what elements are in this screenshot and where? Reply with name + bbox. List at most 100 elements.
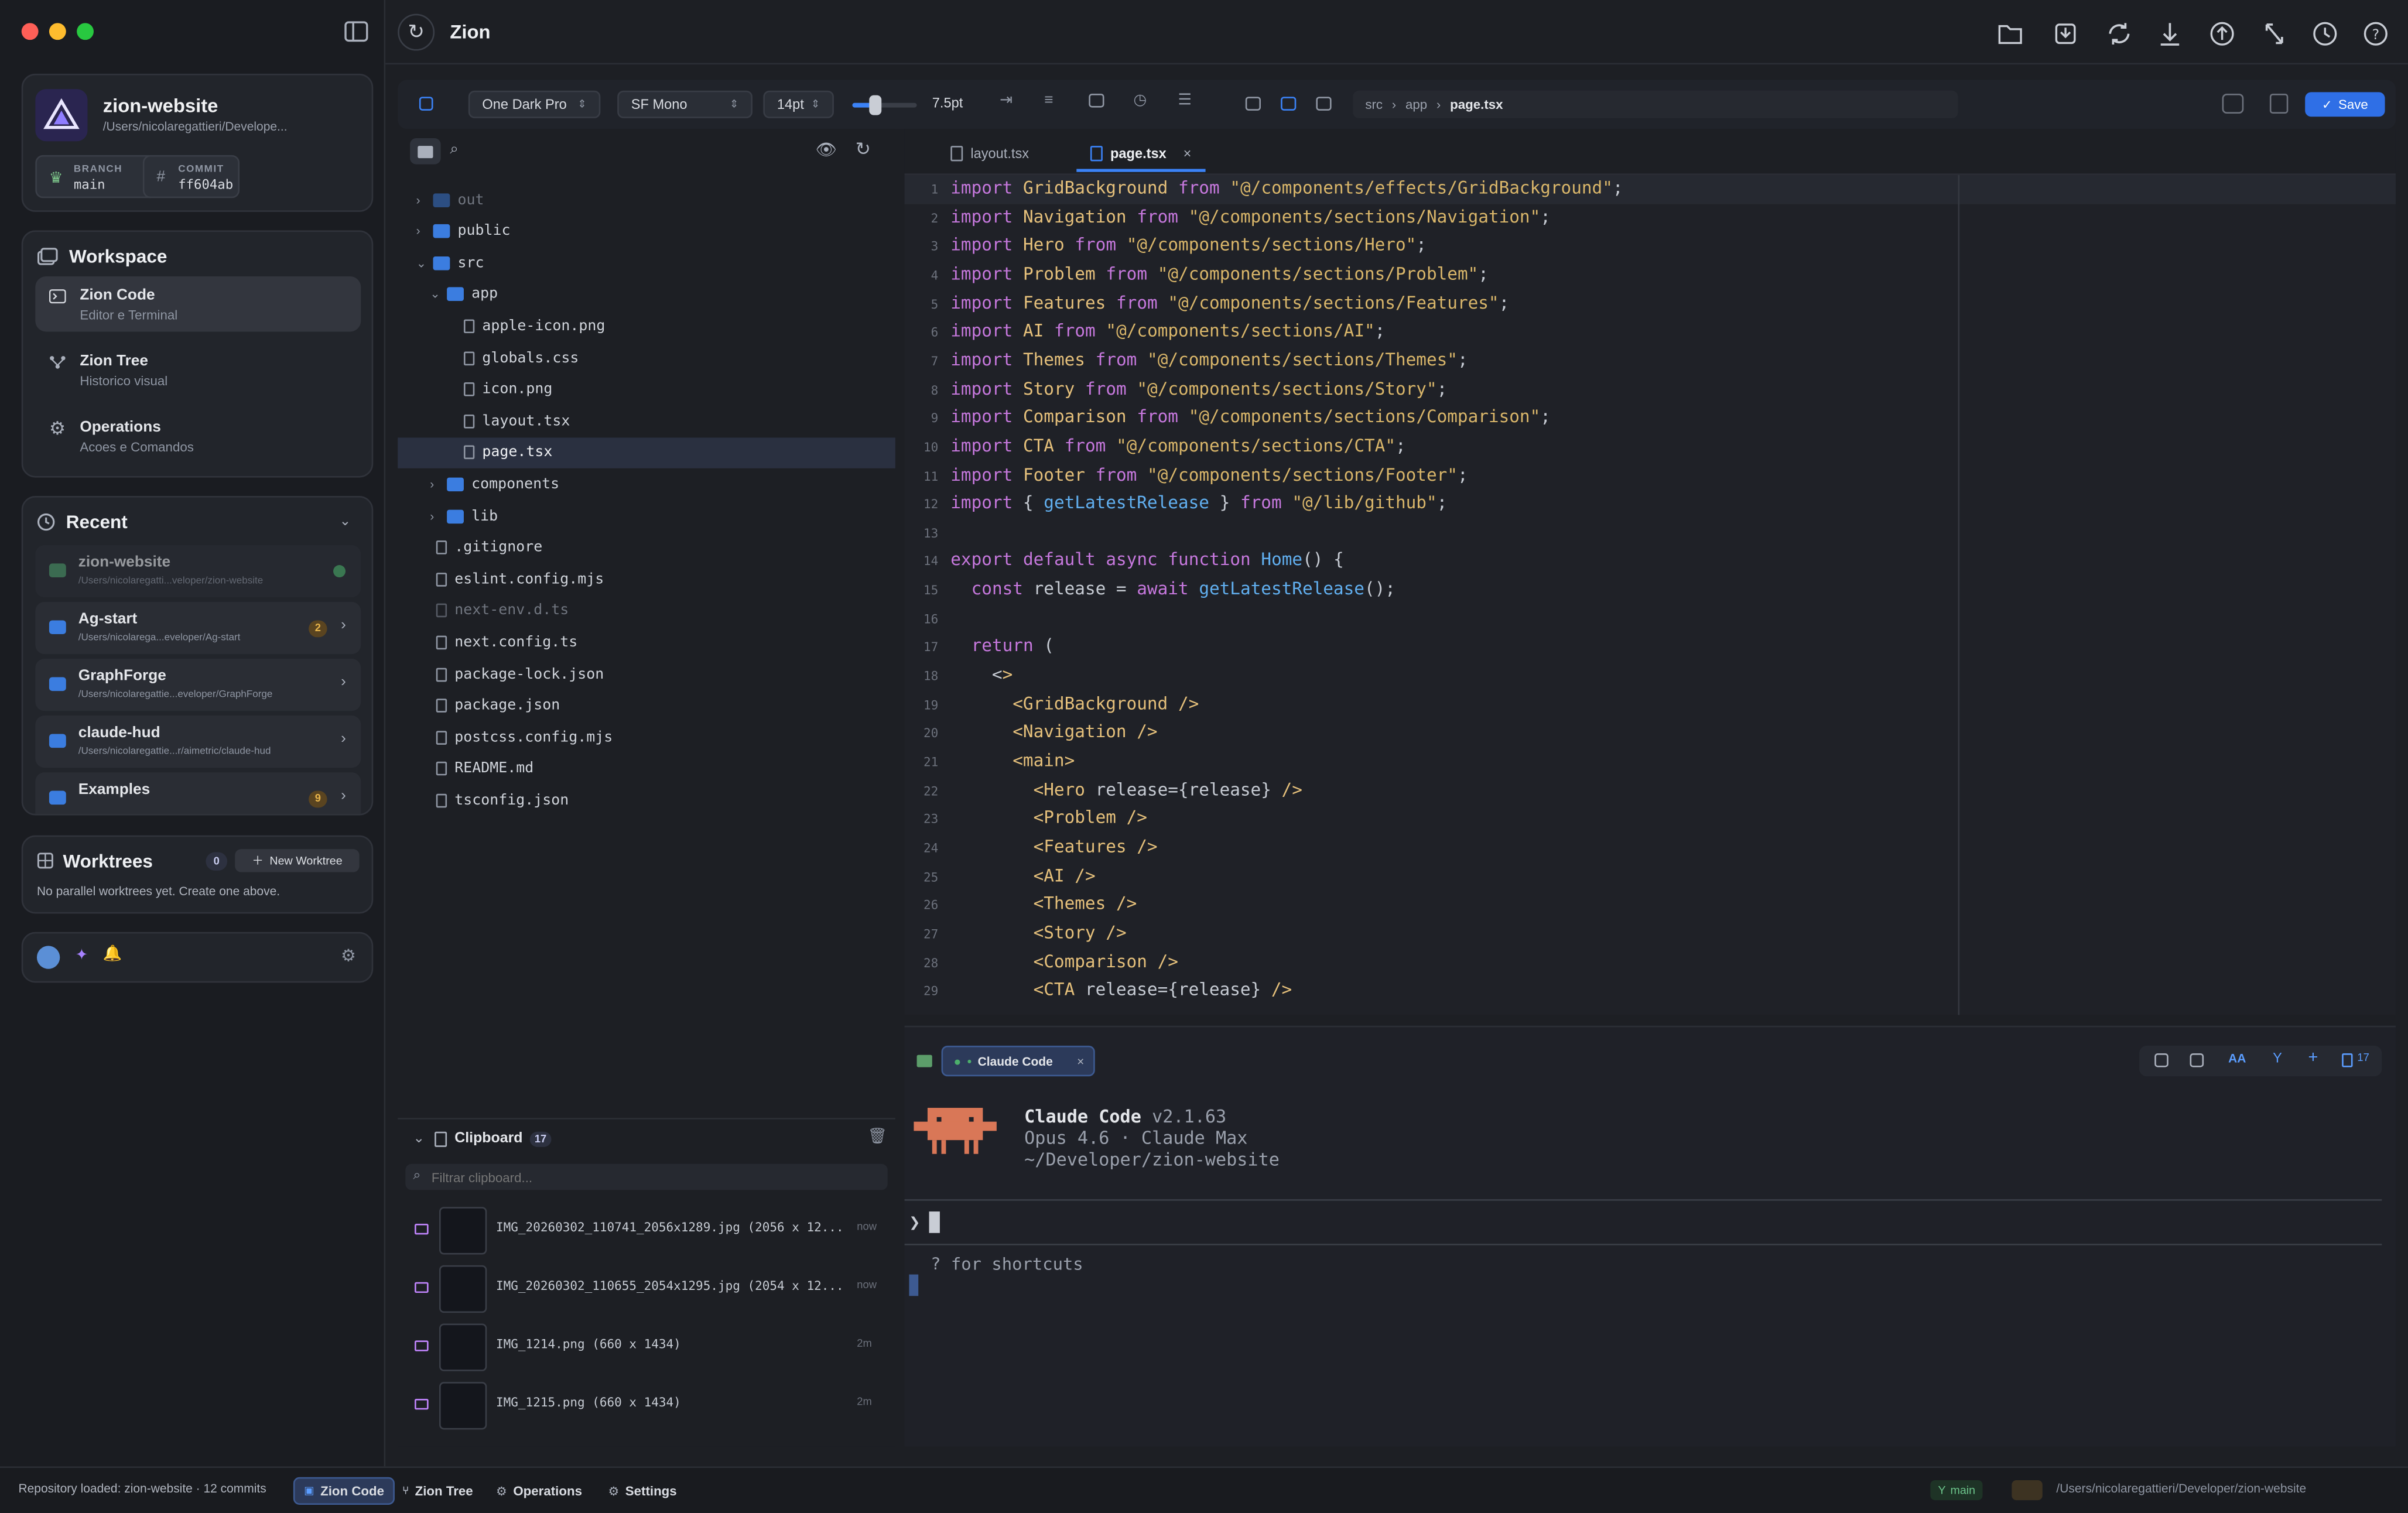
breadcrumb-item[interactable]: page.tsx	[1450, 97, 1503, 112]
chevron-right-icon[interactable]: ›	[416, 193, 429, 207]
code-line[interactable]: <Features />	[950, 837, 1158, 857]
tree-file[interactable]: package-lock.json	[398, 659, 895, 689]
tree-folder[interactable]: ⌄ src	[398, 248, 895, 278]
tree-folder[interactable]: › out	[398, 184, 895, 215]
changes-pill[interactable]	[2012, 1480, 2043, 1501]
code-line[interactable]: <Navigation />	[950, 722, 1157, 742]
slider-knob[interactable]	[868, 95, 881, 115]
tree-file[interactable]: apple-icon.png	[398, 311, 895, 341]
close-window-button[interactable]	[21, 23, 39, 40]
recent-item[interactable]: Examples 9 ›	[35, 772, 361, 814]
font-size-icon[interactable]: AA	[2228, 1052, 2246, 1066]
tree-folder[interactable]: › lib	[398, 501, 895, 531]
terminal-tab[interactable]: ● • Claude Code ×	[941, 1045, 1095, 1077]
refresh-tree-icon[interactable]: ↻	[856, 138, 871, 160]
document-icon[interactable]	[2269, 93, 2289, 114]
terminal-panel[interactable]: ● • Claude Code × AA Y + 17 Claude Code v…	[904, 1025, 2396, 1447]
sync-icon[interactable]	[2101, 17, 2137, 51]
code-line[interactable]: const release = await getLatestRelease()…	[950, 579, 1395, 599]
theme-select[interactable]: One Dark Pro ⇕	[468, 90, 601, 118]
code-line[interactable]: <AI />	[950, 865, 1096, 885]
zoom-window-button[interactable]	[77, 23, 94, 40]
commit-pill[interactable]: # COMMIT ff604ab	[142, 155, 240, 198]
refresh-icon[interactable]: ↻	[398, 13, 435, 51]
breadcrumb-item[interactable]: src	[1365, 97, 1383, 112]
wrap-icon[interactable]: ≡	[1044, 92, 1053, 109]
chevron-down-icon[interactable]: ⌄	[340, 513, 351, 530]
recent-item[interactable]: GraphForge /Users/nicolaregattie...evelo…	[35, 659, 361, 711]
sparkle-icon[interactable]: ✦	[75, 947, 88, 964]
status-tab-zion-code[interactable]: ▣ Zion Code	[293, 1477, 395, 1505]
expand-icon[interactable]	[2256, 17, 2293, 51]
settings-gear-icon[interactable]: ⚙	[341, 946, 356, 966]
chevron-right-icon[interactable]: ›	[430, 477, 442, 491]
clipboard-item[interactable]: IMG_20260302_110741_2056x1289.jpg (2056 …	[398, 1204, 895, 1259]
code-line[interactable]: import Hero from "@/components/sections/…	[950, 235, 1427, 255]
save-to-disk-icon[interactable]	[2047, 17, 2084, 51]
status-tab-zion-tree[interactable]: ⑂ Zion Tree	[393, 1477, 482, 1505]
tree-folder[interactable]: › public	[398, 216, 895, 247]
code-line[interactable]: import CTA from "@/components/sections/C…	[950, 436, 1405, 456]
font-select[interactable]: SF Mono ⇕	[617, 90, 752, 118]
help-icon[interactable]: ?	[2357, 17, 2394, 51]
trash-icon[interactable]: 🗑	[868, 1128, 887, 1145]
status-tab-operations[interactable]: ⚙ Operations	[487, 1477, 591, 1505]
history-icon[interactable]	[2307, 17, 2344, 51]
tree-file[interactable]: icon.png	[398, 374, 895, 405]
globe-icon[interactable]	[36, 946, 60, 969]
code-line[interactable]: import Navigation from "@/components/sec…	[950, 207, 1551, 227]
sidebar-toggle-icon[interactable]	[344, 20, 368, 43]
recent-item[interactable]: Ag-start /Users/nicolarega...eveloper/Ag…	[35, 601, 361, 655]
toggle-tree-icon[interactable]	[419, 97, 433, 111]
branch-status-pill[interactable]: Ymain	[1930, 1480, 1983, 1501]
code-line[interactable]: <GridBackground />	[950, 694, 1199, 714]
chevron-down-icon[interactable]: ⌄	[416, 256, 429, 270]
chevron-down-icon[interactable]: ⌄	[430, 287, 442, 302]
clipboard-item[interactable]: IMG_1214.png (660 x 1434) 2m	[398, 1320, 895, 1375]
split-horizontal-icon[interactable]	[2190, 1053, 2204, 1067]
status-tab-settings[interactable]: ⚙ Settings	[599, 1477, 686, 1505]
code-line[interactable]: <Comparison />	[950, 951, 1178, 971]
minimap-icon[interactable]	[1089, 93, 1104, 108]
code-line[interactable]: <Hero release={release} />	[950, 779, 1302, 799]
clipboard-filter-input[interactable]	[431, 1167, 877, 1187]
tree-file[interactable]: page.tsx	[398, 437, 895, 468]
branch-icon[interactable]: Y	[2273, 1050, 2282, 1066]
split-vertical-icon[interactable]	[2154, 1053, 2168, 1067]
code-line[interactable]: import Footer from "@/components/section…	[950, 464, 1468, 484]
tree-folder[interactable]: ⌄ app	[398, 279, 895, 310]
code-line[interactable]: import Comparison from "@/components/sec…	[950, 407, 1551, 427]
copy-path-icon[interactable]	[2222, 93, 2244, 114]
tree-file[interactable]: next-env.d.ts	[398, 595, 895, 626]
branch-pill[interactable]: ♛ BRANCH main	[35, 155, 157, 198]
tree-file[interactable]: .gitignore	[398, 532, 895, 563]
indent-icon[interactable]: ⇥	[1000, 92, 1013, 109]
code-line[interactable]: import Features from "@/components/secti…	[950, 293, 1509, 313]
workspace-item-zion-code[interactable]: Zion Code Editor e Terminal	[35, 276, 361, 332]
files-tab-button[interactable]	[410, 138, 441, 165]
pull-icon[interactable]	[2152, 17, 2188, 51]
layout-top-icon[interactable]	[1245, 97, 1261, 111]
clipboard-filter[interactable]: ⌕	[405, 1163, 888, 1190]
code-line[interactable]: return (	[950, 636, 1054, 656]
workspace-item-operations[interactable]: ⚙ Operations Acoes e Comandos	[35, 409, 361, 464]
breadcrumb-item[interactable]: app	[1405, 97, 1427, 112]
close-tab-icon[interactable]: ×	[1184, 146, 1192, 161]
layout-split-icon[interactable]	[1281, 97, 1297, 111]
clipboard-icon[interactable]	[2342, 1053, 2353, 1067]
code-line[interactable]: <main>	[950, 751, 1075, 771]
blame-clock-icon[interactable]: ◷	[1133, 92, 1147, 109]
tab-layout-tsx[interactable]: layout.tsx	[950, 141, 1029, 166]
tree-file[interactable]: tsconfig.json	[398, 785, 895, 816]
new-worktree-button[interactable]: ＋ New Worktree	[235, 849, 360, 872]
workspace-item-zion-tree[interactable]: Zion Tree Historico visual	[35, 343, 361, 398]
eye-icon[interactable]: 👁	[815, 140, 837, 159]
code-line[interactable]: <Problem />	[950, 808, 1147, 828]
layout-bottom-icon[interactable]	[1316, 97, 1332, 111]
tree-file[interactable]: package.json	[398, 690, 895, 721]
code-line[interactable]: <CTA release={release} />	[950, 980, 1292, 1000]
close-terminal-icon[interactable]: ×	[1077, 1054, 1084, 1068]
code-line[interactable]: import Problem from "@/components/sectio…	[950, 264, 1489, 284]
code-line[interactable]: import { getLatestRelease } from "@/lib/…	[950, 493, 1447, 513]
code-line[interactable]: export default async function Home() {	[950, 550, 1343, 570]
